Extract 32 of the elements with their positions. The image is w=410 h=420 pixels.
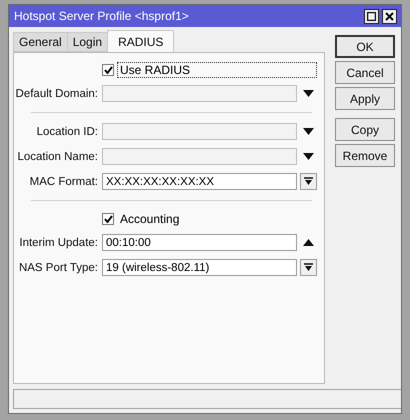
maximize-button[interactable] bbox=[364, 8, 379, 24]
field-label: Interim Update: bbox=[18, 236, 99, 248]
triangle-down-icon[interactable] bbox=[303, 153, 314, 160]
input-field[interactable]: 19 (wireless-802.11) bbox=[102, 259, 297, 276]
checkbox-label[interactable]: Accounting bbox=[117, 210, 182, 226]
arrow-down-bar-icon bbox=[304, 177, 313, 186]
field-label: MAC Format: bbox=[28, 176, 99, 188]
window-title: Hotspot Server Profile <hsprof1> bbox=[14, 9, 190, 23]
dialog-button[interactable]: Remove bbox=[335, 144, 395, 167]
checkbox[interactable] bbox=[102, 64, 114, 76]
close-button[interactable] bbox=[382, 8, 397, 24]
field-label: NAS Port Type: bbox=[18, 262, 99, 274]
triangle-down-icon[interactable] bbox=[303, 128, 314, 135]
checkbox-label[interactable]: Use RADIUS bbox=[117, 62, 317, 78]
tab[interactable]: General bbox=[13, 32, 68, 52]
field-label: Location Name: bbox=[16, 150, 99, 162]
dialog-button[interactable]: Apply bbox=[335, 87, 395, 110]
input-field[interactable]: 00:10:00 bbox=[102, 234, 297, 251]
dialog-button[interactable]: Copy bbox=[335, 118, 395, 141]
field-label: Location ID: bbox=[36, 126, 99, 138]
dropdown-button[interactable] bbox=[300, 259, 317, 276]
arrow-down-bar-icon bbox=[304, 263, 313, 272]
triangle-down-icon[interactable] bbox=[303, 90, 314, 97]
triangle-up-icon[interactable] bbox=[303, 239, 314, 246]
tab[interactable]: Login bbox=[66, 32, 108, 52]
tab[interactable]: RADIUS bbox=[107, 30, 174, 52]
checkbox[interactable] bbox=[102, 212, 114, 224]
input-field[interactable]: XX:XX:XX:XX:XX:XX bbox=[102, 173, 297, 190]
dialog-button[interactable]: Cancel bbox=[335, 61, 395, 84]
dropdown-button[interactable] bbox=[300, 173, 317, 190]
field-label: Default Domain: bbox=[14, 88, 99, 100]
dialog-button[interactable]: OK bbox=[335, 35, 395, 58]
